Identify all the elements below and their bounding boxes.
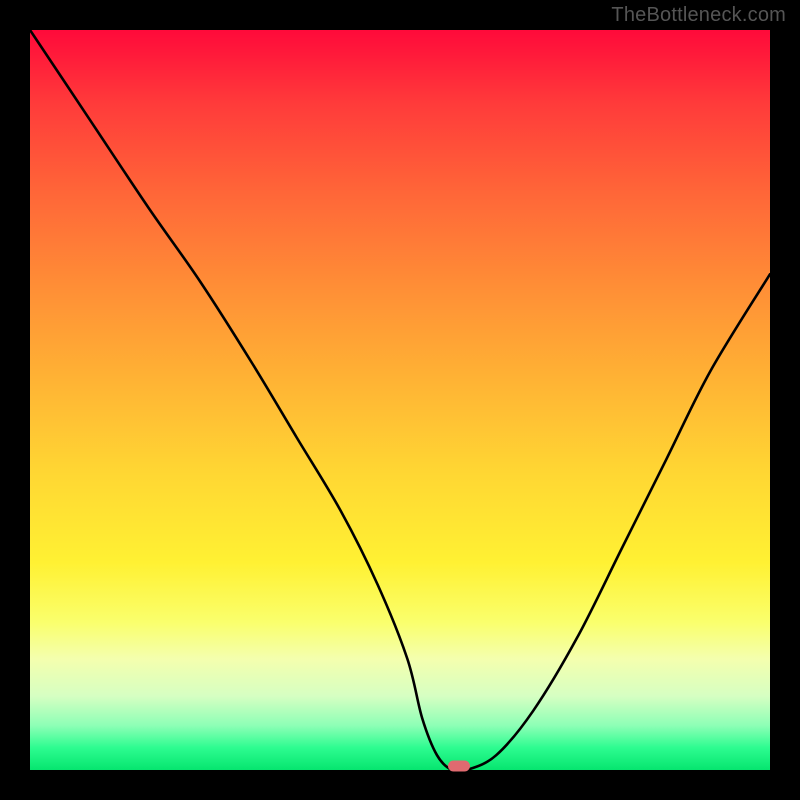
chart-frame: TheBottleneck.com [0, 0, 800, 800]
plot-area [30, 30, 770, 770]
bottleneck-curve [30, 30, 770, 770]
watermark-label: TheBottleneck.com [611, 4, 786, 27]
optimum-marker [448, 761, 470, 772]
